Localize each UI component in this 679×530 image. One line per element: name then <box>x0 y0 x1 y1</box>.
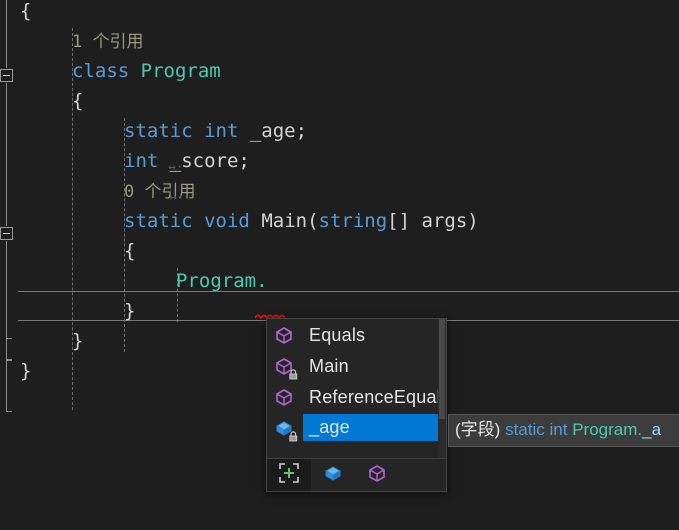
tooltip-kind: (字段) <box>455 420 501 439</box>
code-token: 1 个引用 <box>72 32 144 52</box>
code-token: class <box>72 60 130 82</box>
outlining-gutter <box>0 0 14 530</box>
outline-bracket-class-end <box>6 360 12 412</box>
method-cube-icon <box>273 324 295 346</box>
field-cube-icon <box>273 417 298 441</box>
code-token: 0 个引用 <box>124 182 196 202</box>
code-token: _age; <box>238 120 308 142</box>
expand-plus-icon <box>277 461 301 489</box>
completion-item[interactable]: ReferenceEquals <box>267 381 446 412</box>
code-line[interactable]: class Program <box>72 56 221 86</box>
code-line[interactable]: 1 个引用 <box>72 26 143 56</box>
collapse-box-class[interactable] <box>0 69 13 82</box>
code-token: static <box>124 120 193 142</box>
code-token: } <box>124 300 136 322</box>
intellisense-popup[interactable]: Equals Main ReferenceEquals _age <box>266 318 447 492</box>
collapse-box-method[interactable] <box>0 227 13 240</box>
code-token: Program <box>140 60 221 82</box>
code-token: { <box>20 0 32 22</box>
outline-vertical-line-top <box>6 0 7 68</box>
visual-studio-code-editor: {1 个引用 class Program{static int _age; int … <box>0 0 679 530</box>
code-token: { <box>72 90 84 112</box>
code-token: Program <box>176 270 257 292</box>
code-line[interactable]: } <box>72 326 83 356</box>
tooltip-type: int <box>549 420 568 439</box>
completion-item-label: Main <box>309 355 349 376</box>
completion-item[interactable]: _age <box>267 412 446 443</box>
completion-item-label: ReferenceEquals <box>309 386 446 407</box>
code-line[interactable]: { <box>72 86 83 116</box>
completion-item-label: _age <box>303 414 446 441</box>
filter-fields-button[interactable] <box>311 459 355 491</box>
completion-scrollbar-thumb[interactable] <box>439 319 445 419</box>
code-line[interactable]: int _score; <box>124 146 250 176</box>
completion-filter-toolbar[interactable] <box>267 458 446 491</box>
completion-item[interactable]: Main <box>267 350 446 381</box>
code-token: int <box>204 120 239 142</box>
code-token: Main <box>261 210 308 232</box>
tooltip-modifier: static <box>505 420 545 439</box>
tooltip-member: _a <box>642 420 662 439</box>
completion-list[interactable]: Equals Main ReferenceEquals _age <box>267 319 446 458</box>
code-line[interactable]: Program. <box>176 266 268 296</box>
code-token: static <box>124 210 193 232</box>
code-line[interactable]: 0 个引用 <box>124 176 195 206</box>
outline-vertical-line-class <box>6 83 7 226</box>
code-token: } <box>20 360 32 382</box>
lock-icon <box>288 368 299 380</box>
whitespace-mark-score: ↔· <box>169 190 185 205</box>
current-line-highlight <box>18 291 679 321</box>
code-token: { <box>124 240 136 262</box>
completion-item-label: Equals <box>309 324 366 345</box>
expand-all-button[interactable] <box>267 459 311 491</box>
code-line[interactable]: static void Main(string[] args) <box>124 206 479 236</box>
method-cube-icon <box>366 462 388 488</box>
code-line[interactable]: static int _age; <box>124 116 307 146</box>
outline-bracket-method-end <box>6 338 12 360</box>
code-token: int <box>124 150 159 172</box>
outline-vertical-line-method <box>6 241 7 338</box>
code-token: ) <box>467 210 479 232</box>
field-cube-icon <box>322 462 344 488</box>
code-token: void <box>204 210 250 232</box>
code-token: string <box>318 210 388 232</box>
code-token: args <box>421 210 468 232</box>
whitespace-mark-age: ↔· <box>168 160 184 175</box>
completion-scrollbar[interactable] <box>438 319 446 458</box>
method-cube-icon <box>273 355 298 379</box>
code-token: } <box>72 330 84 352</box>
quick-info-tooltip: (字段) static int Program._a <box>448 414 679 447</box>
code-line[interactable]: } <box>124 296 135 326</box>
code-line[interactable]: { <box>124 236 135 266</box>
lock-icon <box>288 430 299 442</box>
tooltip-owner: Program <box>572 420 638 439</box>
code-token: ( <box>307 210 319 232</box>
filter-methods-button[interactable] <box>355 459 399 491</box>
method-cube-icon <box>273 386 295 408</box>
code-line[interactable]: { <box>20 0 31 26</box>
code-token: . <box>256 270 268 292</box>
completion-item[interactable]: Equals <box>267 319 446 350</box>
code-token: [] <box>387 210 422 232</box>
code-line[interactable]: } <box>20 356 31 386</box>
